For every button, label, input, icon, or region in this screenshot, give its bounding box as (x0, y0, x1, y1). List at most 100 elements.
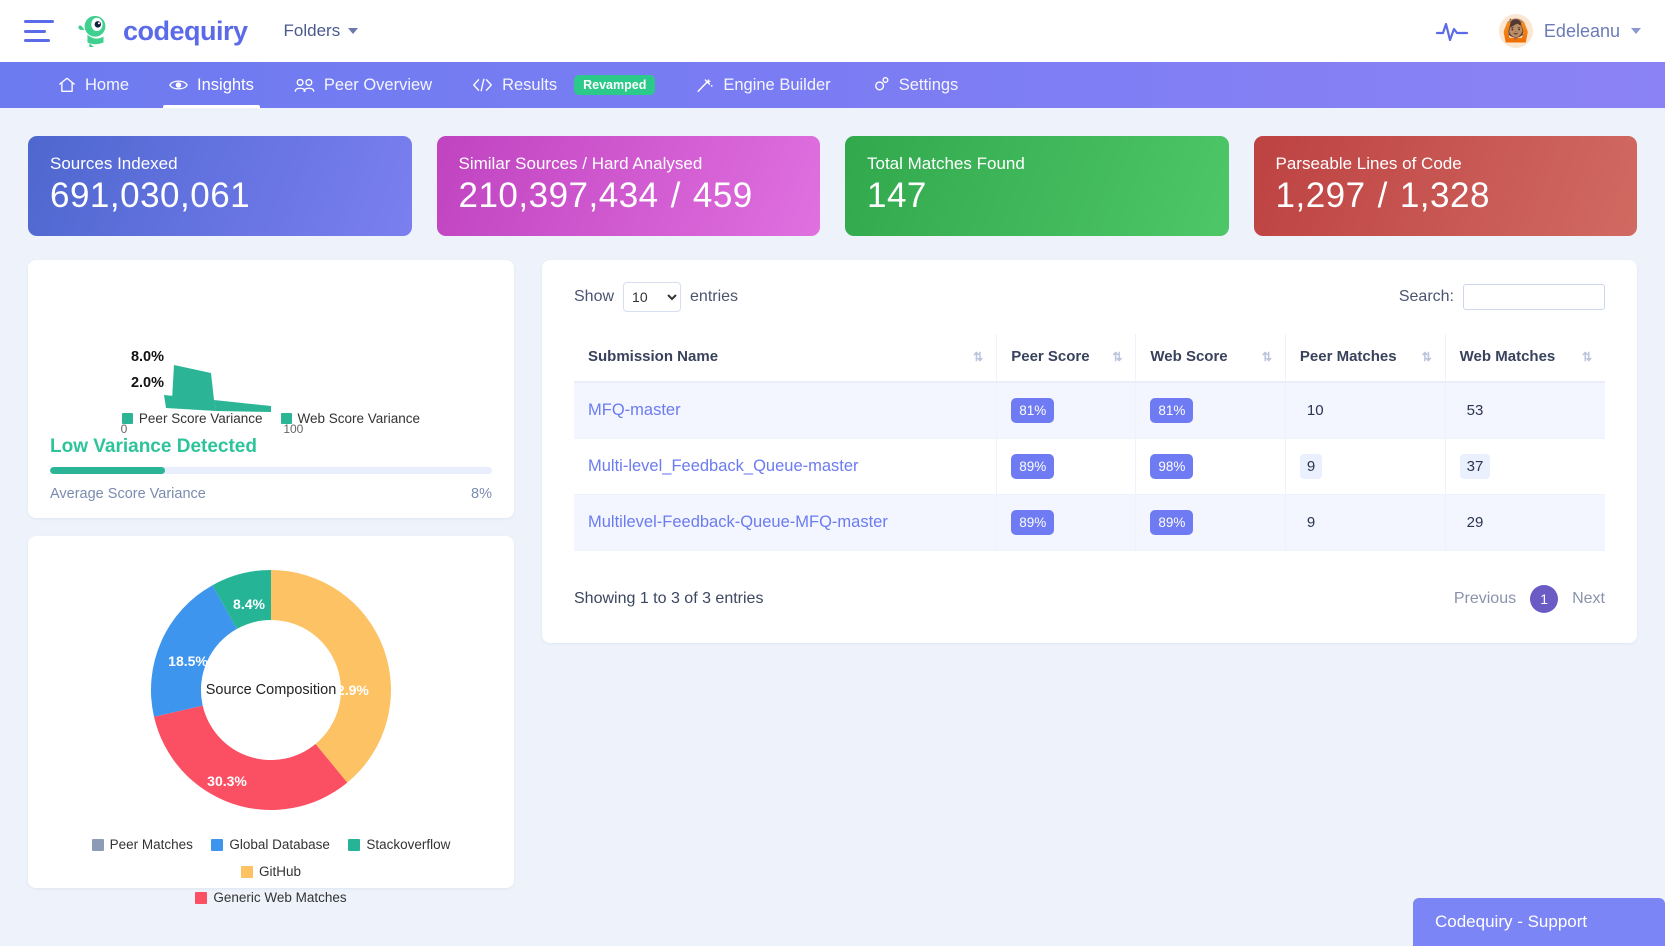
column-label: Submission Name (588, 348, 718, 365)
nav-item-results[interactable]: Results Revamped (452, 62, 675, 108)
username-label: Edeleanu (1544, 21, 1620, 42)
stat-card-total-matches: Total Matches Found 147 (845, 136, 1229, 236)
stat-value: 1,297/1,328 (1276, 176, 1616, 216)
cell-submission-name: Multi-level_Feedback_Queue-master (574, 439, 997, 495)
nav-item-label: Engine Builder (723, 76, 830, 95)
table-toolbar: Show 102550100 entries Search: (574, 282, 1605, 312)
sort-icon: ⇅ (973, 351, 982, 363)
column-header-peer-matches[interactable]: Peer Matches ⇅ (1285, 334, 1445, 382)
table-body: MFQ-master 81% 81% 10 53 (574, 382, 1605, 551)
hamburger-line (24, 39, 50, 42)
chart-label-peer: 8.0% (131, 349, 164, 365)
peer-matches-value: 9 (1300, 510, 1322, 535)
stat-separator: / (659, 176, 693, 215)
entries-label: entries (690, 288, 738, 306)
slice-label-global-database: 18.5% (168, 653, 208, 669)
brand-name: codequiry (123, 16, 248, 47)
nav-item-home[interactable]: Home (38, 62, 149, 108)
nav-item-label: Settings (899, 76, 959, 95)
sort-icon: ⇅ (1112, 351, 1121, 363)
column-header-submission-name[interactable]: Submission Name ⇅ (574, 334, 997, 382)
variance-area-chart: 8.0% 2.0% 0 100 (46, 260, 496, 420)
cell-web-matches: 53 (1445, 382, 1605, 439)
pagination-page-1[interactable]: 1 (1530, 585, 1558, 613)
column-header-web-score[interactable]: Web Score ⇅ (1136, 334, 1285, 382)
sort-icon: ⇅ (1422, 351, 1431, 363)
folders-dropdown[interactable]: Folders (284, 21, 359, 41)
gear-icon (871, 76, 890, 94)
pagination-next[interactable]: Next (1572, 590, 1605, 608)
peer-score-badge: 89% (1011, 510, 1054, 535)
legend-item-peer-matches: Peer Matches (92, 834, 193, 856)
variance-progress-fill (50, 467, 165, 474)
stat-cards-row: Sources Indexed 691,030,061 Similar Sour… (0, 108, 1665, 236)
wand-icon (695, 76, 714, 94)
cell-peer-score: 81% (997, 382, 1136, 439)
eye-icon (169, 76, 188, 94)
revamped-badge: Revamped (574, 75, 655, 95)
legend-label: Global Database (229, 834, 330, 856)
cell-submission-name: Multilevel-Feedback-Queue-MFQ-master (574, 495, 997, 551)
legend-swatch (348, 839, 360, 851)
legend-swatch (211, 839, 223, 851)
column-label: Peer Matches (1300, 348, 1397, 365)
user-menu[interactable]: 🙆🏽 Edeleanu (1499, 14, 1641, 48)
brand-logo[interactable]: codequiry (76, 14, 248, 48)
submission-link[interactable]: Multi-level_Feedback_Queue-master (588, 457, 859, 475)
nav-item-insights[interactable]: Insights (149, 62, 274, 108)
hamburger-icon[interactable] (24, 20, 54, 42)
web-score-badge: 81% (1150, 398, 1193, 423)
stat-secondary-value: 1,328 (1400, 176, 1490, 215)
cell-peer-matches: 10 (1285, 382, 1445, 439)
column-label: Peer Score (1011, 348, 1089, 365)
cell-web-score: 98% (1136, 439, 1285, 495)
cell-peer-matches: 9 (1285, 439, 1445, 495)
pagination-previous[interactable]: Previous (1454, 590, 1516, 608)
topbar-right-group: 🙆🏽 Edeleanu (1435, 14, 1641, 48)
stat-secondary-value: 459 (693, 176, 753, 215)
submissions-table: Submission Name ⇅ Peer Score ⇅ (574, 334, 1605, 551)
slice-generic-web (154, 706, 347, 810)
column-header-peer-score[interactable]: Peer Score ⇅ (997, 334, 1136, 382)
hamburger-line (24, 20, 54, 23)
column-header-web-matches[interactable]: Web Matches ⇅ (1445, 334, 1605, 382)
slice-label-generic-web: 30.3% (207, 773, 247, 789)
legend-label: Stackoverflow (366, 834, 450, 856)
show-label: Show (574, 288, 614, 306)
table-head: Submission Name ⇅ Peer Score ⇅ (574, 334, 1605, 382)
stat-value: 210,397,434/459 (459, 176, 799, 216)
entries-per-page-select[interactable]: 102550100 (623, 282, 681, 312)
left-column: 8.0% 2.0% 0 100 0 100 Peer Score Varianc… (28, 260, 514, 888)
variance-chart: 8.0% 2.0% 0 100 0 100 (46, 260, 496, 413)
stat-primary-value: 147 (867, 176, 927, 215)
table-row[interactable]: MFQ-master 81% 81% 10 53 (574, 382, 1605, 439)
nav-item-engine-builder[interactable]: Engine Builder (675, 62, 850, 108)
nav-item-label: Insights (197, 76, 254, 95)
variance-x-axis: 0 100 (46, 422, 496, 436)
web-matches-value: 53 (1460, 398, 1491, 423)
peer-score-badge: 81% (1011, 398, 1054, 423)
support-widget[interactable]: Codequiry - Support (1413, 898, 1665, 946)
folders-label: Folders (284, 21, 341, 41)
stat-primary-value: 1,297 (1276, 176, 1366, 215)
stat-card-similar-sources: Similar Sources / Hard Analysed 210,397,… (437, 136, 821, 236)
nav-item-settings[interactable]: Settings (851, 62, 979, 108)
table-row[interactable]: Multi-level_Feedback_Queue-master 89% 98… (574, 439, 1605, 495)
sort-icon: ⇅ (1262, 351, 1271, 363)
variance-status-title: Low Variance Detected (50, 436, 496, 458)
submission-link[interactable]: Multilevel-Feedback-Queue-MFQ-master (588, 513, 888, 531)
peer-matches-value: 10 (1300, 398, 1331, 423)
table-row[interactable]: Multilevel-Feedback-Queue-MFQ-master 89%… (574, 495, 1605, 551)
chevron-down-icon (1631, 28, 1641, 34)
nav-item-peer-overview[interactable]: Peer Overview (274, 62, 452, 108)
search-input[interactable] (1463, 284, 1605, 310)
stat-label: Total Matches Found (867, 154, 1207, 174)
stat-primary-value: 210,397,434 (459, 176, 659, 215)
sort-icon: ⇅ (1582, 351, 1591, 363)
submission-link[interactable]: MFQ-master (588, 401, 681, 419)
pagination: Previous 1 Next (1454, 585, 1605, 613)
legend-item-github: GitHub (241, 861, 301, 883)
table-header-row: Submission Name ⇅ Peer Score ⇅ (574, 334, 1605, 382)
stat-separator: / (1366, 176, 1400, 215)
activity-pulse-icon[interactable] (1435, 19, 1469, 43)
